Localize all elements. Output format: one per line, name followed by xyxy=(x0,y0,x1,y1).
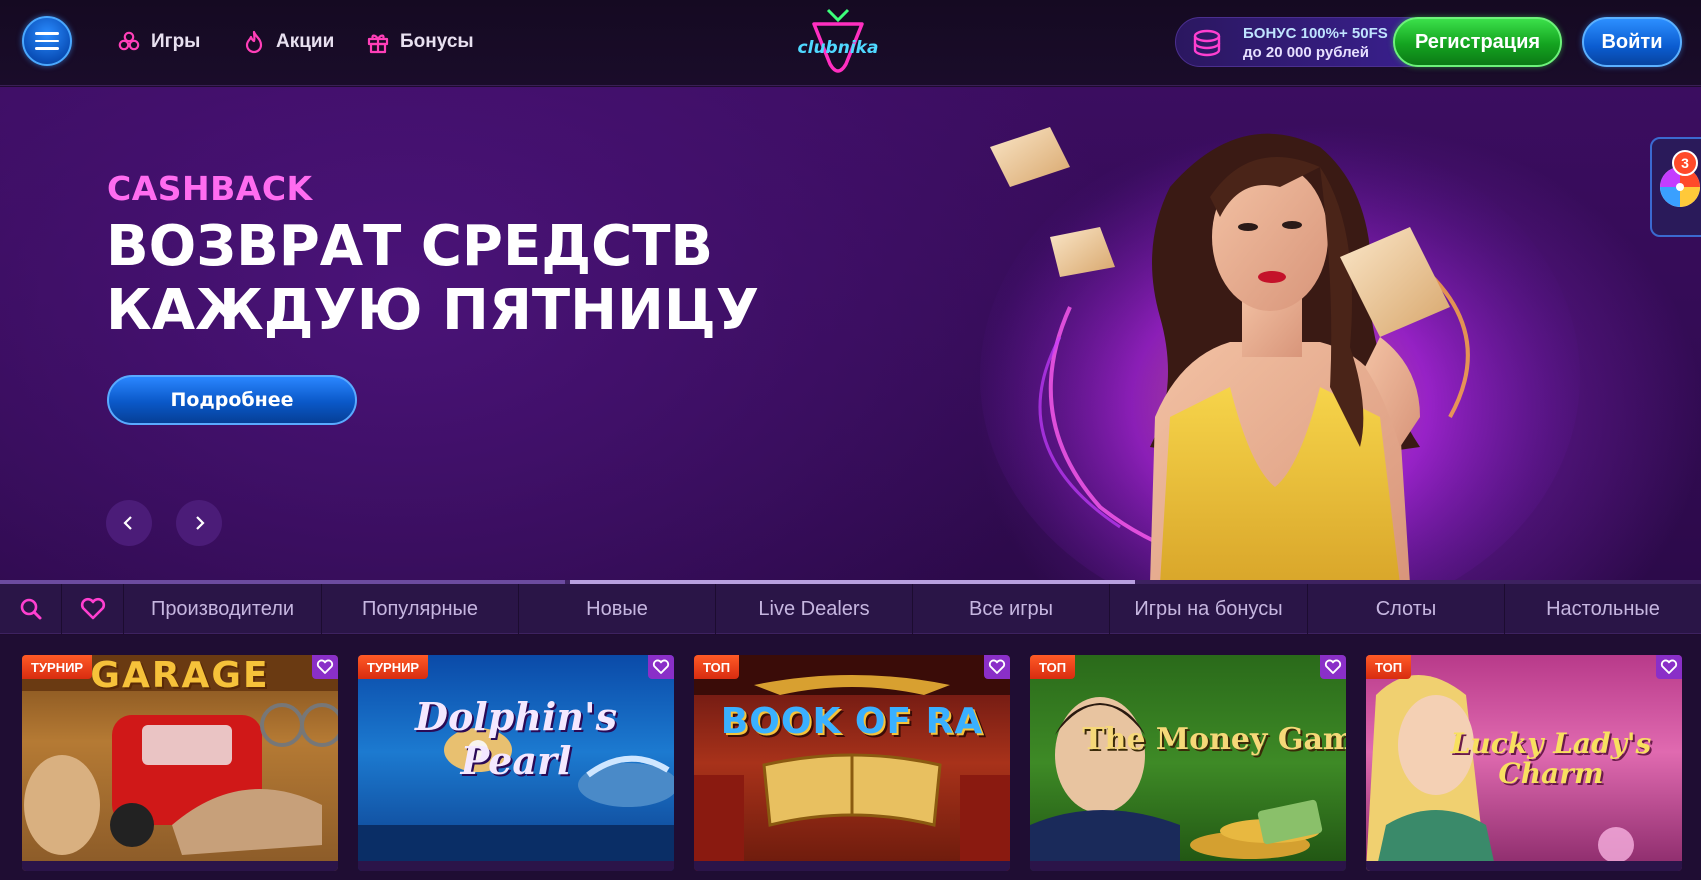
game-card[interactable]: The Money Game ТОП xyxy=(1030,655,1346,871)
search-button[interactable] xyxy=(0,584,62,634)
coins-icon xyxy=(1192,29,1222,57)
game-card[interactable]: Dolphin's Pearl ТУРНИР xyxy=(358,655,674,871)
game-badge: ТОП xyxy=(1366,655,1412,679)
register-button[interactable]: Регистрация xyxy=(1393,17,1562,67)
game-thumbnail xyxy=(694,655,1010,871)
site-logo[interactable]: clubnika xyxy=(790,6,886,78)
nav-games[interactable]: Игры xyxy=(116,28,200,56)
game-card[interactable]: Lucky Lady's Charm ТОП xyxy=(1366,655,1682,871)
menu-burger-button[interactable] xyxy=(22,16,72,66)
category-bar: Производители Популярные Новые Live Deal… xyxy=(0,584,1701,634)
game-badge: ТУРНИР xyxy=(358,655,429,679)
svg-text:clubnika: clubnika xyxy=(798,38,879,58)
category-providers[interactable]: Производители xyxy=(124,584,322,634)
hero-title-line: ВОЗВРАТ СРЕДСТВ xyxy=(106,214,714,279)
heart-icon xyxy=(80,597,105,620)
slider-prev-button[interactable] xyxy=(106,500,152,546)
favorite-button[interactable] xyxy=(984,655,1010,679)
bonus-subtitle: до 20 000 рублей xyxy=(1243,44,1369,61)
heart-icon xyxy=(316,659,334,674)
hero-banner: CASHBACK ВОЗВРАТ СРЕДСТВ КАЖДУЮ ПЯТНИЦУ … xyxy=(0,87,1701,584)
nav-bonuses[interactable]: Бонусы xyxy=(365,28,474,56)
favorite-button[interactable] xyxy=(312,655,338,679)
gift-icon xyxy=(365,29,391,55)
menu-line xyxy=(35,32,59,35)
hero-woman-image xyxy=(980,127,1580,584)
category-popular[interactable]: Популярные xyxy=(322,584,519,634)
clover-icon xyxy=(116,29,142,55)
heart-icon xyxy=(1324,659,1342,674)
game-badge: ТОП xyxy=(694,655,740,679)
nav-games-label: Игры xyxy=(151,31,201,52)
card-bottom-strip xyxy=(22,861,338,871)
card-bottom-strip xyxy=(1030,861,1346,871)
category-slots[interactable]: Слоты xyxy=(1308,584,1505,634)
heart-icon xyxy=(1660,659,1678,674)
card-bottom-strip xyxy=(358,861,674,871)
slider-next-button[interactable] xyxy=(176,500,222,546)
game-title: The Money Game xyxy=(1082,722,1346,757)
card-bottom-strip xyxy=(1366,861,1682,871)
chevron-right-icon xyxy=(196,516,205,530)
hero-title-line: КАЖДУЮ ПЯТНИЦУ xyxy=(106,278,759,343)
search-icon xyxy=(20,598,41,620)
wheel-count-badge: 3 xyxy=(1672,150,1698,176)
favorites-button[interactable] xyxy=(62,584,124,634)
hero-tag: CASHBACK xyxy=(107,169,313,208)
card-bottom-strip xyxy=(694,861,1010,871)
game-badge: ТУРНИР xyxy=(22,655,93,679)
category-live-dealers[interactable]: Live Dealers xyxy=(716,584,913,634)
fortune-wheel-widget[interactable] xyxy=(1650,137,1701,237)
hero-more-button[interactable]: Подробнее xyxy=(107,375,357,425)
menu-line xyxy=(35,47,59,50)
game-title: Dolphin's Pearl xyxy=(414,694,618,783)
heart-icon xyxy=(652,659,670,674)
category-new[interactable]: Новые xyxy=(519,584,716,634)
nav-promotions-label: Акции xyxy=(276,31,335,52)
hero-title: ВОЗВРАТ СРЕДСТВ КАЖДУЮ ПЯТНИЦУ xyxy=(106,215,806,343)
menu-line xyxy=(35,39,59,43)
heart-icon xyxy=(988,659,1006,674)
game-badge: ТОП xyxy=(1030,655,1076,679)
nav-promotions[interactable]: Акции xyxy=(241,28,334,56)
bonus-title: БОНУС 100%+ 50FS xyxy=(1243,25,1388,42)
game-card[interactable]: BOOK OF RA ТОП xyxy=(694,655,1010,871)
category-table[interactable]: Настольные xyxy=(1505,584,1701,634)
game-card[interactable]: GARAGE ТУРНИР xyxy=(22,655,338,871)
favorite-button[interactable] xyxy=(1320,655,1346,679)
favorite-button[interactable] xyxy=(1656,655,1682,679)
login-button[interactable]: Войти xyxy=(1582,17,1682,67)
site-header: Игры Акции Бонусы clubnika БОНУС 100%+ 5… xyxy=(0,0,1701,86)
flame-icon xyxy=(241,29,267,55)
category-bonus-games[interactable]: Игры на бонусы xyxy=(1110,584,1308,634)
game-title: Lucky Lady's Charm xyxy=(1450,727,1652,790)
favorite-button[interactable] xyxy=(648,655,674,679)
nav-bonuses-label: Бонусы xyxy=(400,31,474,52)
game-thumbnail xyxy=(1030,697,1323,871)
chevron-left-icon xyxy=(123,516,132,530)
game-title: BOOK OF RA xyxy=(720,701,984,742)
category-all-games[interactable]: Все игры xyxy=(913,584,1110,634)
